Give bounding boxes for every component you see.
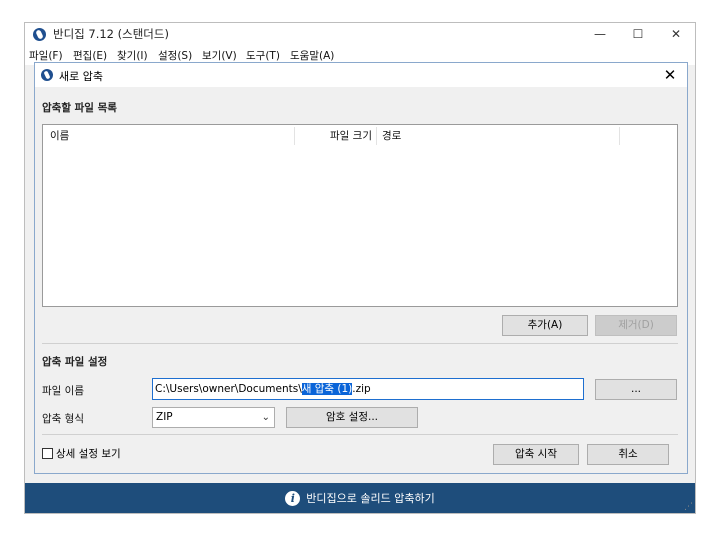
column-size[interactable]: 파일 크기 <box>330 125 372 147</box>
settings-label: 압축 파일 설정 <box>42 356 108 368</box>
minimize-button[interactable]: — <box>581 23 619 45</box>
format-label: 압축 형식 <box>42 413 84 425</box>
bandizip-logo-icon <box>41 69 53 81</box>
status-bar: i 반디집으로 솔리드 압축하기 ⋰ <box>25 483 695 513</box>
column-separator <box>619 127 620 145</box>
status-text: 반디집으로 솔리드 압축하기 <box>306 492 435 505</box>
menu-view[interactable]: 보기(V) <box>202 48 237 63</box>
remove-button[interactable]: 제거(D) <box>595 315 677 336</box>
menu-file[interactable]: 파일(F) <box>29 48 63 63</box>
column-separator <box>376 127 377 145</box>
menu-find[interactable]: 찾기(I) <box>117 48 148 63</box>
column-separator <box>294 127 295 145</box>
new-archive-dialog: 새로 압축 ✕ 압축할 파일 목록 이름 파일 크기 경로 추가(A) 제거(D… <box>34 62 688 474</box>
bandizip-logo-icon <box>33 28 46 41</box>
browse-button[interactable]: ... <box>595 379 677 400</box>
advanced-label[interactable]: 상세 설정 보기 <box>56 446 121 461</box>
status-message[interactable]: i 반디집으로 솔리드 압축하기 <box>25 483 695 513</box>
menu-settings[interactable]: 설정(S) <box>158 48 192 63</box>
maximize-button[interactable]: ☐ <box>619 23 657 45</box>
chevron-down-icon: ⌄ <box>261 412 270 423</box>
file-list-label: 압축할 파일 목록 <box>42 102 117 114</box>
start-compression-button[interactable]: 압축 시작 <box>493 444 579 465</box>
format-value: ZIP <box>156 411 173 423</box>
divider <box>42 434 678 435</box>
dialog-titlebar: 새로 압축 ✕ <box>35 63 687 87</box>
filename-suffix: .zip <box>352 383 371 395</box>
filename-input[interactable]: C:\Users\owner\Documents\새 압축 (1).zip <box>152 378 584 400</box>
divider <box>42 343 678 344</box>
info-icon: i <box>285 490 301 506</box>
close-button[interactable]: ✕ <box>657 23 695 45</box>
filename-prefix: C:\Users\owner\Documents\ <box>155 383 302 395</box>
menu-help[interactable]: 도움말(A) <box>290 48 334 63</box>
advanced-checkbox[interactable] <box>42 448 53 459</box>
app-title: 반디집 7.12 (스탠더드) <box>53 27 169 41</box>
dialog-title: 새로 압축 <box>59 70 103 83</box>
filename-selection: 새 압축 (1) <box>301 383 353 395</box>
file-list[interactable]: 이름 파일 크기 경로 <box>42 124 678 307</box>
app-titlebar: 반디집 7.12 (스탠더드) — ☐ ✕ <box>25 23 695 45</box>
menu-edit[interactable]: 편집(E) <box>73 48 107 63</box>
menu-tools[interactable]: 도구(T) <box>246 48 280 63</box>
column-path[interactable]: 경로 <box>382 125 401 147</box>
format-select[interactable]: ZIP ⌄ <box>152 407 275 428</box>
resize-grip-icon[interactable]: ⋰ <box>684 502 693 512</box>
add-button[interactable]: 추가(A) <box>502 315 588 336</box>
password-button[interactable]: 암호 설정... <box>286 407 418 428</box>
cancel-button[interactable]: 취소 <box>587 444 669 465</box>
column-name[interactable]: 이름 <box>50 125 69 147</box>
filename-label: 파일 이름 <box>42 385 84 397</box>
dialog-close-button[interactable]: ✕ <box>657 63 683 87</box>
